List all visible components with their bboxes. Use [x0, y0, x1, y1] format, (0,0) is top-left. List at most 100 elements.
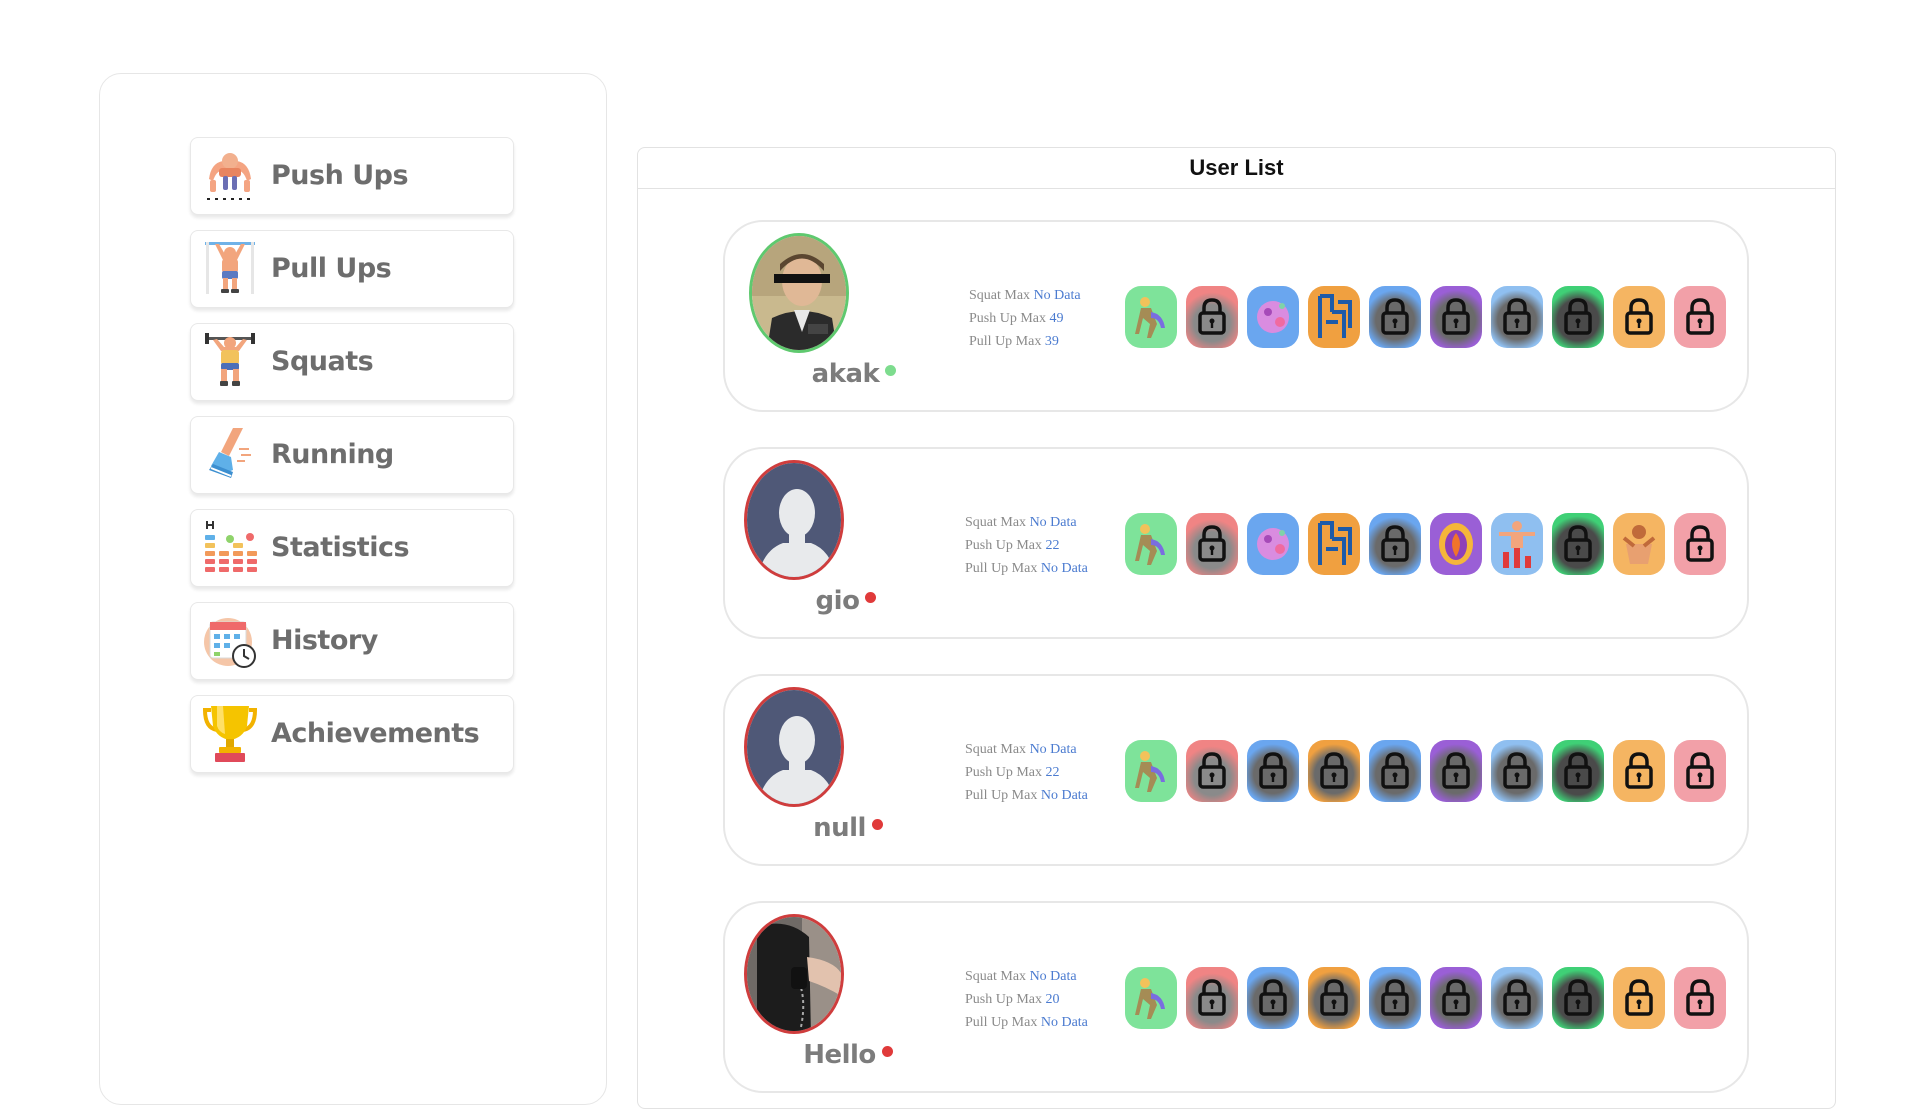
unlocked-achievement-badge[interactable] — [1308, 513, 1360, 575]
statistics-icon — [200, 518, 260, 578]
locked-achievement-badge[interactable] — [1552, 513, 1604, 575]
locked-achievement-badge[interactable] — [1491, 967, 1543, 1029]
locked-achievement-badge[interactable] — [1308, 740, 1360, 802]
achievement-icon — [1495, 518, 1539, 570]
user-card[interactable]: Hello Squat Max No Data Push Up Max 20 P… — [723, 901, 1749, 1093]
locked-achievement-badge[interactable] — [1369, 286, 1421, 348]
unlocked-achievement-badge[interactable] — [1247, 286, 1299, 348]
locked-achievement-badge[interactable] — [1308, 967, 1360, 1029]
user-list-title: User List — [638, 148, 1835, 189]
user-card[interactable]: null Squat Max No Data Push Up Max 22 Pu… — [723, 674, 1749, 866]
default-silhouette-avatar[interactable] — [744, 460, 844, 580]
locked-achievement-badge[interactable] — [1430, 286, 1482, 348]
user-stats: Squat Max No Data Push Up Max 20 Pull Up… — [965, 965, 1088, 1034]
achievement-icon — [1312, 519, 1356, 569]
username-text: Hello — [803, 1040, 876, 1070]
nav-label: History — [271, 625, 378, 656]
lock-icon — [1197, 525, 1227, 563]
nav-item-statistics[interactable]: Statistics — [190, 509, 514, 587]
pull-max-row: Pull Up Max No Data — [965, 557, 1088, 580]
unlocked-achievement-badge[interactable] — [1125, 286, 1177, 348]
pull-max-row: Pull Up Max 39 — [969, 330, 1081, 353]
locked-achievement-badge[interactable] — [1430, 740, 1482, 802]
locked-achievement-badge[interactable] — [1613, 967, 1665, 1029]
locked-achievement-badge[interactable] — [1491, 286, 1543, 348]
pull-max-value: No Data — [1040, 1015, 1088, 1030]
locked-achievement-badge[interactable] — [1186, 286, 1238, 348]
photo-portrait-avatar[interactable] — [749, 233, 849, 353]
locked-achievement-badge[interactable] — [1674, 286, 1726, 348]
nav-item-push-ups[interactable]: Push Ups — [190, 137, 514, 215]
user-card[interactable]: gio Squat Max No Data Push Up Max 22 Pul… — [723, 447, 1749, 639]
lock-icon — [1563, 298, 1593, 336]
push-max-row: Push Up Max 22 — [965, 761, 1088, 784]
squat-max-label: Squat Max — [969, 288, 1031, 303]
achievement-icon — [1131, 294, 1171, 340]
locked-achievement-badge[interactable] — [1369, 967, 1421, 1029]
push-max-value: 49 — [1049, 311, 1064, 326]
locked-achievement-badge[interactable] — [1369, 740, 1421, 802]
locked-achievement-badge[interactable] — [1247, 740, 1299, 802]
unlocked-achievement-badge[interactable] — [1125, 513, 1177, 575]
achievement-badges — [1125, 967, 1735, 1029]
nav-item-pull-ups[interactable]: Pull Ups — [190, 230, 514, 308]
user-stats: Squat Max No Data Push Up Max 49 Pull Up… — [969, 284, 1081, 353]
lock-icon — [1685, 298, 1715, 336]
locked-achievement-badge[interactable] — [1552, 740, 1604, 802]
achievement-icon — [1131, 748, 1171, 794]
squat-max-label: Squat Max — [965, 969, 1027, 984]
unlocked-achievement-badge[interactable] — [1247, 513, 1299, 575]
unlocked-achievement-badge[interactable] — [1308, 286, 1360, 348]
locked-achievement-badge[interactable] — [1552, 967, 1604, 1029]
user-stats: Squat Max No Data Push Up Max 22 Pull Up… — [965, 738, 1088, 807]
locked-achievement-badge[interactable] — [1186, 740, 1238, 802]
lock-icon — [1258, 979, 1288, 1017]
locked-achievement-badge[interactable] — [1369, 513, 1421, 575]
squat-max-value: No Data — [1029, 969, 1077, 984]
photo-phone-avatar[interactable] — [744, 914, 844, 1034]
pull-max-row: Pull Up Max No Data — [965, 784, 1088, 807]
squat-max-value: No Data — [1033, 288, 1081, 303]
nav-item-running[interactable]: Running — [190, 416, 514, 494]
unlocked-achievement-badge[interactable] — [1491, 513, 1543, 575]
locked-achievement-badge[interactable] — [1613, 286, 1665, 348]
unlocked-achievement-badge[interactable] — [1613, 513, 1665, 575]
achievement-icon — [1252, 521, 1294, 567]
user-card[interactable]: akak Squat Max No Data Push Up Max 49 Pu… — [723, 220, 1749, 412]
locked-achievement-badge[interactable] — [1674, 740, 1726, 802]
running-icon — [200, 425, 260, 485]
unlocked-achievement-badge[interactable] — [1125, 740, 1177, 802]
locked-achievement-badge[interactable] — [1674, 513, 1726, 575]
achievement-icon — [1252, 294, 1294, 340]
lock-icon — [1258, 752, 1288, 790]
locked-achievement-badge[interactable] — [1247, 967, 1299, 1029]
push-ups-icon — [200, 146, 260, 206]
nav-item-achievements[interactable]: Achievements — [190, 695, 514, 773]
lock-icon — [1441, 298, 1471, 336]
locked-achievement-badge[interactable] — [1186, 967, 1238, 1029]
locked-achievement-badge[interactable] — [1613, 740, 1665, 802]
squats-icon — [200, 332, 260, 392]
lock-icon — [1502, 298, 1532, 336]
default-silhouette-avatar[interactable] — [744, 687, 844, 807]
nav-item-history[interactable]: History — [190, 602, 514, 680]
lock-icon — [1380, 752, 1410, 790]
locked-achievement-badge[interactable] — [1186, 513, 1238, 575]
pull-max-label: Pull Up Max — [965, 561, 1038, 576]
lock-icon — [1441, 752, 1471, 790]
unlocked-achievement-badge[interactable] — [1125, 967, 1177, 1029]
pull-max-value: No Data — [1040, 561, 1088, 576]
push-max-label: Push Up Max — [965, 765, 1043, 780]
locked-achievement-badge[interactable] — [1491, 740, 1543, 802]
nav-item-squats[interactable]: Squats — [190, 323, 514, 401]
pull-max-value: No Data — [1040, 788, 1088, 803]
locked-achievement-badge[interactable] — [1430, 967, 1482, 1029]
offline-status-dot — [871, 819, 883, 830]
achievement-icon — [1131, 521, 1171, 567]
locked-achievement-badge[interactable] — [1674, 967, 1726, 1029]
squat-max-label: Squat Max — [965, 515, 1027, 530]
pull-ups-icon — [200, 239, 260, 299]
lock-icon — [1380, 298, 1410, 336]
locked-achievement-badge[interactable] — [1552, 286, 1604, 348]
unlocked-achievement-badge[interactable] — [1430, 513, 1482, 575]
